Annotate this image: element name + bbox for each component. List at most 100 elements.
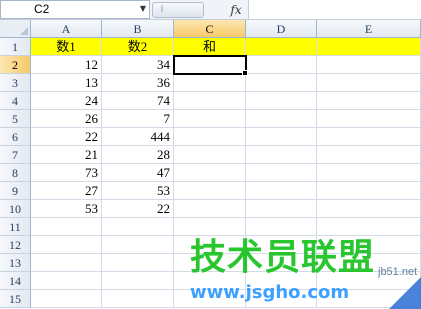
cell-b4[interactable]: 74 [102, 92, 174, 110]
insert-function-icon[interactable]: fx [226, 2, 246, 18]
cell-e13[interactable] [317, 254, 421, 272]
cell-c6[interactable] [174, 128, 246, 146]
cell-c14[interactable] [174, 272, 246, 290]
cell-d9[interactable] [246, 182, 317, 200]
cell-e2[interactable] [317, 56, 421, 74]
cell-e9[interactable] [317, 182, 421, 200]
cell-d2[interactable] [246, 56, 317, 74]
cell-e6[interactable] [317, 128, 421, 146]
cell-d14[interactable] [246, 272, 317, 290]
cell-c11[interactable] [174, 218, 246, 236]
cell-a11[interactable] [31, 218, 102, 236]
cell-c15[interactable] [174, 290, 246, 308]
cell-e10[interactable] [317, 200, 421, 218]
cell-d3[interactable] [246, 74, 317, 92]
cell-a10[interactable]: 53 [31, 200, 102, 218]
row-header-10[interactable]: 10 [0, 200, 31, 218]
cell-b14[interactable] [102, 272, 174, 290]
cell-e15[interactable] [317, 290, 421, 308]
row-header-12[interactable]: 12 [0, 236, 31, 254]
cell-d6[interactable] [246, 128, 317, 146]
cell-c8[interactable] [174, 164, 246, 182]
cell-a12[interactable] [31, 236, 102, 254]
row-header-5[interactable]: 5 [0, 110, 31, 128]
cell-b10[interactable]: 22 [102, 200, 174, 218]
cell-a14[interactable] [31, 272, 102, 290]
cell-e11[interactable] [317, 218, 421, 236]
row-header-15[interactable]: 15 [0, 290, 31, 308]
cell-b11[interactable] [102, 218, 174, 236]
column-header-a[interactable]: A [31, 20, 102, 38]
cell-d5[interactable] [246, 110, 317, 128]
cell-d13[interactable] [246, 254, 317, 272]
cell-a3[interactable]: 13 [31, 74, 102, 92]
row-header-9[interactable]: 9 [0, 182, 31, 200]
cell-d11[interactable] [246, 218, 317, 236]
cell-c4[interactable] [174, 92, 246, 110]
cell-d10[interactable] [246, 200, 317, 218]
cell-d4[interactable] [246, 92, 317, 110]
spreadsheet-grid[interactable]: A B C D E 1 数1 数2 和 2 12 34 3 13 36 4 24 74 5 26 7 6 22 444 7 21 2… [0, 20, 421, 309]
cell-a8[interactable]: 73 [31, 164, 102, 182]
column-header-d[interactable]: D [246, 20, 317, 38]
cell-b8[interactable]: 47 [102, 164, 174, 182]
cell-e12[interactable] [317, 236, 421, 254]
row-header-7[interactable]: 7 [0, 146, 31, 164]
row-header-2[interactable]: 2 [0, 56, 31, 74]
cell-a7[interactable]: 21 [31, 146, 102, 164]
cell-c5[interactable] [174, 110, 246, 128]
cell-e3[interactable] [317, 74, 421, 92]
cell-a13[interactable] [31, 254, 102, 272]
cell-e8[interactable] [317, 164, 421, 182]
cell-b9[interactable]: 53 [102, 182, 174, 200]
cell-c12[interactable] [174, 236, 246, 254]
cell-b3[interactable]: 36 [102, 74, 174, 92]
cell-b15[interactable] [102, 290, 174, 308]
cell-c9[interactable] [174, 182, 246, 200]
cell-e5[interactable] [317, 110, 421, 128]
cell-b13[interactable] [102, 254, 174, 272]
row-header-4[interactable]: 4 [0, 92, 31, 110]
cell-a6[interactable]: 22 [31, 128, 102, 146]
fill-handle[interactable] [242, 70, 248, 76]
row-header-14[interactable]: 14 [0, 272, 31, 290]
cell-d1[interactable] [246, 38, 317, 56]
row-header-8[interactable]: 8 [0, 164, 31, 182]
cell-b12[interactable] [102, 236, 174, 254]
cell-a1[interactable]: 数1 [31, 38, 102, 56]
cell-a5[interactable]: 26 [31, 110, 102, 128]
cell-d8[interactable] [246, 164, 317, 182]
cell-c3[interactable] [174, 74, 246, 92]
cell-d15[interactable] [246, 290, 317, 308]
cell-a15[interactable] [31, 290, 102, 308]
cell-d12[interactable] [246, 236, 317, 254]
cell-c7[interactable] [174, 146, 246, 164]
cell-e4[interactable] [317, 92, 421, 110]
grip-icon[interactable]: ⁞ [157, 4, 167, 16]
cell-c1[interactable]: 和 [174, 38, 246, 56]
select-all-button[interactable] [0, 20, 31, 38]
row-header-11[interactable]: 11 [0, 218, 31, 236]
cell-d7[interactable] [246, 146, 317, 164]
cell-b7[interactable]: 28 [102, 146, 174, 164]
cell-a9[interactable]: 27 [31, 182, 102, 200]
cell-c13[interactable] [174, 254, 246, 272]
formula-input[interactable] [248, 0, 421, 19]
row-header-13[interactable]: 13 [0, 254, 31, 272]
column-header-e[interactable]: E [317, 20, 421, 38]
column-header-c[interactable]: C [174, 20, 246, 38]
row-header-6[interactable]: 6 [0, 128, 31, 146]
cell-e14[interactable] [317, 272, 421, 290]
row-header-1[interactable]: 1 [0, 38, 31, 56]
cell-c2[interactable] [174, 56, 246, 74]
cell-b6[interactable]: 444 [102, 128, 174, 146]
cell-c10[interactable] [174, 200, 246, 218]
cell-a4[interactable]: 24 [31, 92, 102, 110]
cell-e7[interactable] [317, 146, 421, 164]
cell-b2[interactable]: 34 [102, 56, 174, 74]
row-header-3[interactable]: 3 [0, 74, 31, 92]
name-box[interactable]: C2 [0, 0, 150, 19]
chevron-down-icon[interactable]: ▼ [138, 3, 148, 15]
cell-a2[interactable]: 12 [31, 56, 102, 74]
cell-b1[interactable]: 数2 [102, 38, 174, 56]
